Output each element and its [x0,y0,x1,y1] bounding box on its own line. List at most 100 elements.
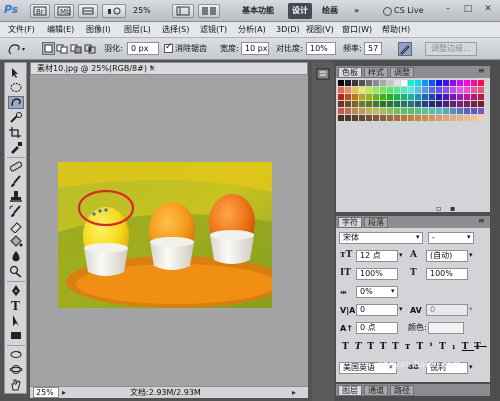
color-swatch[interactable] [338,108,344,114]
color-swatch[interactable] [345,108,351,114]
color-swatch[interactable] [464,94,470,100]
color-swatch[interactable] [394,108,400,114]
color-swatch[interactable] [408,108,414,114]
color-swatch[interactable] [415,108,421,114]
color-swatch[interactable] [429,101,435,107]
color-swatch[interactable] [345,115,351,121]
color-swatch[interactable] [408,80,414,86]
color-swatch[interactable] [415,94,421,100]
color-swatch[interactable] [366,80,372,86]
faux-bold-button[interactable]: T [342,342,355,352]
color-swatch[interactable] [401,94,407,100]
vertical-scale-input[interactable]: 100% [356,268,398,280]
color-swatch[interactable] [464,101,470,107]
tab-swatches[interactable]: 色板 [338,67,362,78]
color-swatch[interactable] [457,108,463,114]
tablet-pressure-button[interactable] [398,42,412,56]
tab-character[interactable]: 字符 [338,217,362,228]
close-button[interactable]: ✕ [480,3,496,17]
kerning-select[interactable]: 0 [356,304,398,316]
color-swatch[interactable] [436,87,442,93]
color-swatch[interactable] [380,87,386,93]
color-swatch[interactable] [457,94,463,100]
clone-stamp-tool[interactable] [8,190,24,203]
color-swatch[interactable] [436,80,442,86]
paint-bucket-tool[interactable] [8,235,24,248]
dodge-tool[interactable] [8,265,24,278]
new-selection-button[interactable] [42,42,55,55]
color-swatch[interactable] [422,94,428,100]
color-swatch[interactable] [443,101,449,107]
all-caps-button[interactable]: TT [367,342,392,352]
crop-tool[interactable] [8,126,24,139]
color-swatch[interactable] [408,101,414,107]
minimize-button[interactable]: – [440,3,456,17]
color-swatch[interactable] [471,108,477,114]
color-swatch[interactable] [387,87,393,93]
color-swatch[interactable] [359,87,365,93]
tab-paths[interactable]: 路径 [390,385,414,396]
color-swatch[interactable] [345,101,351,107]
intersect-selection-button[interactable] [84,42,97,55]
color-swatch[interactable] [352,87,358,93]
menu-edit[interactable]: 编辑(E) [47,22,74,38]
color-swatch[interactable] [478,80,484,86]
color-swatch[interactable] [394,94,400,100]
small-caps-button[interactable]: Tт [392,342,416,352]
refine-edge-button[interactable]: 调整边缘... [425,42,477,56]
zoom-level-dropdown[interactable]: 25% [130,4,172,18]
color-swatch[interactable] [450,87,456,93]
color-swatch[interactable] [450,80,456,86]
color-swatch[interactable] [401,87,407,93]
color-swatch[interactable] [352,101,358,107]
color-swatch[interactable] [464,87,470,93]
extras-button[interactable] [78,4,98,18]
blur-tool[interactable] [8,250,24,263]
color-swatch[interactable] [457,80,463,86]
color-swatch[interactable] [436,94,442,100]
color-swatch[interactable] [429,115,435,121]
close-document-icon[interactable]: × [149,63,156,74]
color-swatch[interactable] [338,80,344,86]
color-swatch[interactable] [359,101,365,107]
color-swatch[interactable] [338,87,344,93]
color-swatch[interactable] [464,108,470,114]
type-tool[interactable]: T [8,299,24,312]
color-swatch[interactable] [471,87,477,93]
color-swatch[interactable] [394,87,400,93]
color-swatch[interactable] [436,115,442,121]
color-swatch[interactable] [422,80,428,86]
path-selection-tool[interactable] [8,314,24,327]
color-swatch[interactable] [387,101,393,107]
color-swatch[interactable] [422,115,428,121]
color-swatch[interactable] [373,101,379,107]
quick-selection-tool[interactable] [8,111,24,124]
color-swatch[interactable] [359,115,365,121]
tab-styles[interactable]: 样式 [364,67,388,78]
cs-live-button[interactable]: CS Live [382,4,424,18]
color-swatch[interactable] [443,108,449,114]
color-swatch[interactable] [394,101,400,107]
color-swatch[interactable] [338,115,344,121]
color-swatch[interactable] [387,94,393,100]
menu-layer[interactable]: 图层(L) [124,22,151,38]
marquee-tool[interactable] [8,81,24,94]
menu-analysis[interactable]: 分析(A) [238,22,266,38]
color-swatch[interactable] [380,115,386,121]
feather-input[interactable]: 0 px [127,42,159,55]
bridge-button[interactable]: Br [30,4,50,18]
color-swatch[interactable] [450,115,456,121]
color-swatch[interactable] [373,87,379,93]
color-swatch[interactable] [408,94,414,100]
eyedropper-tool[interactable] [8,141,24,154]
more-workspaces-button[interactable]: » [350,3,363,19]
color-swatch[interactable] [352,80,358,86]
swatch-grid[interactable] [338,80,488,140]
hand-zoom-tool-button[interactable] [102,4,126,18]
color-swatch[interactable] [429,87,435,93]
new-swatch-icon[interactable]: ▫ [436,204,441,213]
color-swatch[interactable] [345,80,351,86]
color-swatch[interactable] [359,94,365,100]
color-swatch[interactable] [429,94,435,100]
baseline-shift-input[interactable]: 0 点 [356,322,398,334]
